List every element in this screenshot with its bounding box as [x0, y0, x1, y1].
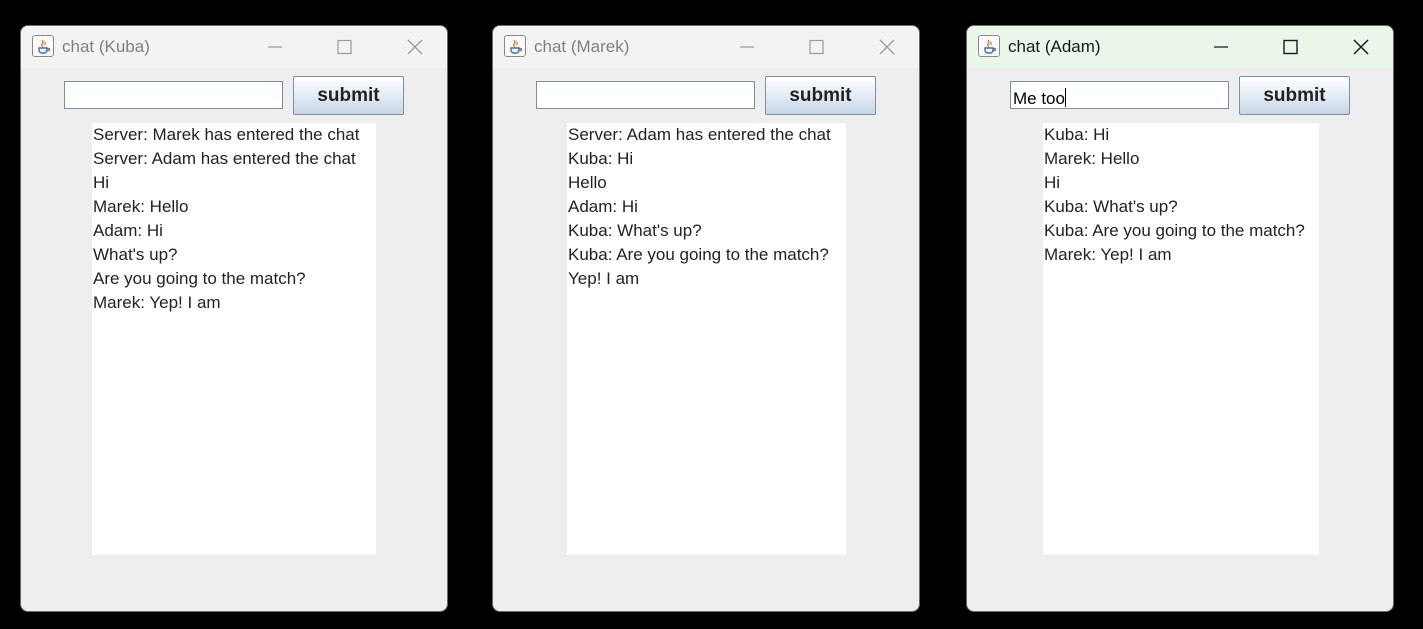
chat-message: Marek: Hello — [93, 197, 189, 216]
close-icon — [1353, 39, 1369, 55]
chat-message: Adam: Hi — [568, 197, 638, 216]
message-input-value: Me too — [1013, 89, 1065, 108]
chat-message: Server: Adam has entered the chat — [568, 125, 831, 144]
chat-message: Adam: Hi — [93, 221, 163, 240]
window-title: chat (Kuba) — [62, 37, 150, 56]
chat-message: Hi — [93, 173, 110, 192]
chat-log: Server: Adam has entered the chat Kuba: … — [567, 123, 846, 555]
chat-window-marek: chat (Marek) submit Server: Adam has ent… — [492, 25, 920, 612]
chat-window-adam: chat (Adam) Me too submit Kuba: Hi Marek… — [966, 25, 1394, 612]
message-input[interactable] — [536, 81, 755, 109]
window-title: chat (Adam) — [1008, 37, 1101, 56]
minimize-icon — [268, 46, 282, 48]
chat-message: Hello — [568, 173, 607, 192]
minimize-button[interactable] — [733, 35, 761, 59]
submit-button[interactable]: submit — [765, 76, 876, 115]
chat-message: Server: Adam has entered the chat — [93, 149, 356, 168]
close-icon — [407, 39, 423, 55]
chat-message: Server: Marek has entered the chat — [93, 125, 360, 144]
maximize-button[interactable] — [802, 35, 830, 59]
chat-message: Marek: Yep! I am — [93, 293, 221, 312]
text-caret — [1064, 88, 1066, 107]
chat-message: Are you going to the match? — [93, 269, 306, 288]
chat-message: Kuba: Hi — [1044, 125, 1110, 144]
close-button[interactable] — [873, 35, 901, 59]
minimize-icon — [1214, 46, 1228, 48]
submit-button[interactable]: submit — [1239, 76, 1350, 115]
chat-message: Kuba: What's up? — [568, 221, 702, 240]
close-button[interactable] — [1347, 35, 1375, 59]
chat-message: Hi — [1044, 173, 1061, 192]
chat-log: Kuba: Hi Marek: Hello Hi Kuba: What's up… — [1043, 123, 1319, 555]
submit-button[interactable]: submit — [293, 76, 404, 115]
maximize-icon — [1283, 39, 1298, 55]
message-input[interactable] — [64, 81, 283, 109]
maximize-icon — [337, 39, 352, 55]
chat-message: Marek: Hello — [1044, 149, 1140, 168]
minimize-button[interactable] — [261, 35, 289, 59]
chat-message: Kuba: Are you going to the match? — [1044, 221, 1305, 240]
close-button[interactable] — [401, 35, 429, 59]
maximize-button[interactable] — [330, 35, 358, 59]
chat-message: Marek: Yep! I am — [1044, 245, 1172, 264]
chat-message: Yep! I am — [568, 269, 640, 288]
java-icon — [504, 35, 526, 57]
maximize-icon — [809, 39, 824, 55]
title-bar[interactable]: chat (Marek) — [493, 26, 919, 68]
minimize-icon — [740, 46, 754, 48]
message-input[interactable]: Me too — [1010, 81, 1229, 109]
title-bar[interactable]: chat (Kuba) — [21, 26, 447, 68]
java-icon — [978, 35, 1000, 57]
window-title: chat (Marek) — [534, 37, 630, 56]
chat-message: What's up? — [93, 245, 178, 264]
chat-message: Kuba: What's up? — [1044, 197, 1178, 216]
java-icon — [32, 35, 54, 57]
chat-message: Kuba: Hi — [568, 149, 634, 168]
chat-window-kuba: chat (Kuba) submit Server: Marek has ent… — [20, 25, 448, 612]
minimize-button[interactable] — [1207, 35, 1235, 59]
close-icon — [879, 39, 895, 55]
maximize-button[interactable] — [1276, 35, 1304, 59]
chat-log: Server: Marek has entered the chat Serve… — [92, 123, 376, 555]
chat-message: Kuba: Are you going to the match? — [568, 245, 829, 264]
title-bar[interactable]: chat (Adam) — [967, 26, 1393, 68]
